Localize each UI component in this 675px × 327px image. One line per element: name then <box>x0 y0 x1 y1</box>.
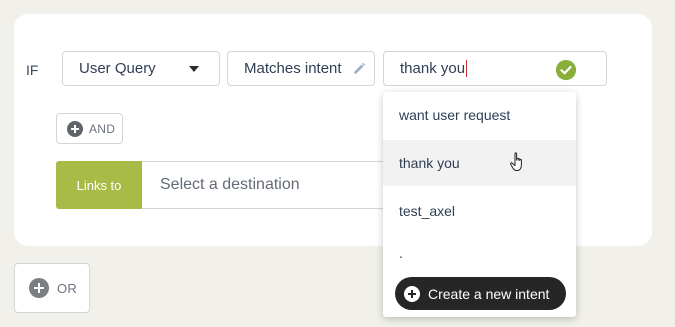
links-to-tag: Links to <box>56 161 142 209</box>
hand-pointer-icon <box>510 152 522 171</box>
intent-option[interactable]: thank you <box>383 140 576 186</box>
intent-option[interactable]: want user request <box>383 92 576 138</box>
or-button-label: OR <box>57 280 78 296</box>
destination-placeholder: Select a destination <box>160 176 300 193</box>
intent-option-label: thank you <box>399 155 460 171</box>
check-circle-icon <box>556 60 576 80</box>
intent-value-input[interactable]: thank you <box>383 51 607 86</box>
plus-circle-icon <box>404 285 420 302</box>
intent-option[interactable]: . <box>383 230 576 276</box>
operator-select-value: Matches intent <box>244 60 342 77</box>
field-select[interactable]: User Query <box>62 51 220 86</box>
plus-circle-icon <box>67 120 83 137</box>
add-and-condition-button[interactable]: AND <box>56 113 123 144</box>
and-button-label: AND <box>89 121 116 136</box>
intent-option-label: want user request <box>399 107 511 123</box>
add-or-rule-button[interactable]: OR <box>14 263 90 313</box>
links-to-row: Links to Select a destination <box>56 161 396 209</box>
intent-dropdown: want user request thank you test_axel . … <box>383 92 576 317</box>
if-label: IF <box>26 62 39 78</box>
create-new-intent-button[interactable]: Create a new intent <box>395 277 566 310</box>
field-select-value: User Query <box>79 60 156 77</box>
intent-option-label: test_axel <box>399 203 456 219</box>
create-intent-label: Create a new intent <box>428 285 550 302</box>
intent-option-label: . <box>399 245 403 261</box>
pencil-icon[interactable] <box>352 62 366 76</box>
intent-option[interactable]: test_axel <box>383 188 576 234</box>
workspace: IF User Query Matches intent thank you A… <box>0 0 675 327</box>
operator-select[interactable]: Matches intent <box>227 51 375 86</box>
intent-value-text: thank you <box>400 60 466 77</box>
plus-circle-icon <box>29 278 49 298</box>
text-cursor <box>466 60 468 77</box>
destination-select[interactable]: Select a destination <box>142 161 396 209</box>
chevron-down-icon <box>189 66 199 72</box>
